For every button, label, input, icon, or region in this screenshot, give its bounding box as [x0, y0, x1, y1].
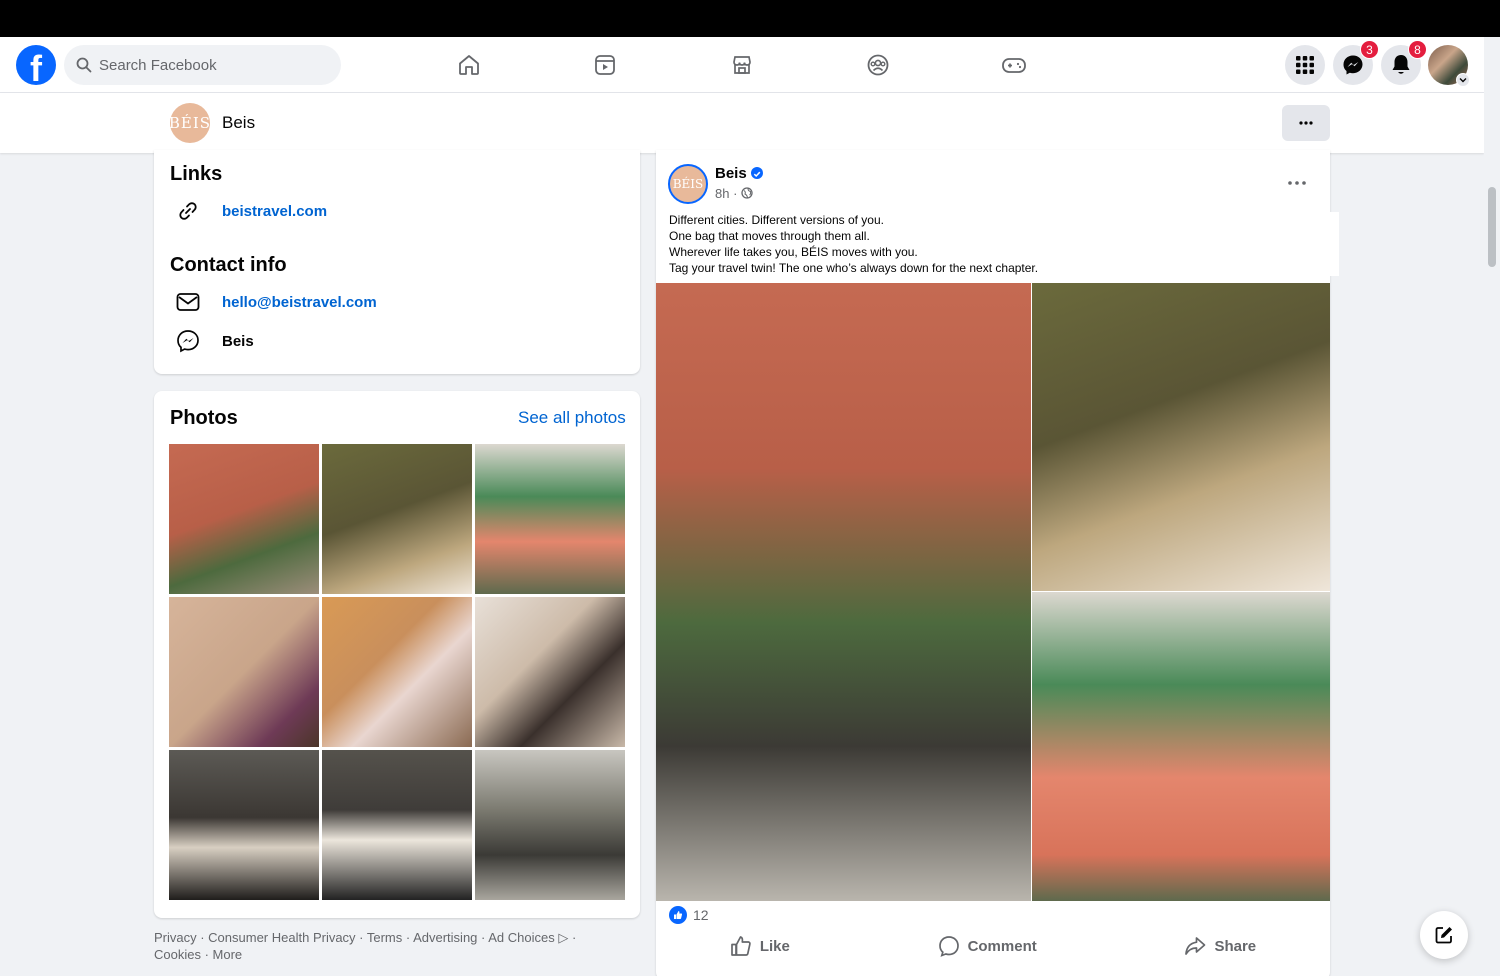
chevron-down-icon [1456, 73, 1470, 87]
comment-icon [938, 936, 959, 957]
post-photo-top-right[interactable] [1032, 283, 1330, 591]
like-label: Like [759, 937, 790, 955]
post-card: BÉIS Beis 8h · Different cities. Differe… [656, 150, 1339, 976]
photo-thumb[interactable] [475, 444, 625, 594]
like-reaction-icon [669, 906, 687, 924]
notifications-button[interactable]: 8 [1381, 40, 1427, 85]
messenger-badge: 3 [1360, 40, 1379, 59]
scrollbar-thumb[interactable] [1488, 187, 1496, 267]
account-avatar[interactable] [1428, 45, 1470, 87]
photo-thumb[interactable] [169, 597, 319, 747]
website-row: beistravel.com [170, 196, 327, 226]
thumbs-up-icon [730, 936, 751, 956]
post-line: Tag your travel twin! The one who’s alwa… [669, 261, 1039, 275]
photos-card: Photos See all photos [154, 391, 640, 918]
post-author-name[interactable]: Beis [715, 165, 747, 182]
photo-thumb[interactable] [169, 750, 319, 900]
post-author-avatar[interactable]: BÉIS [668, 164, 708, 204]
page-name[interactable]: Beis [222, 113, 255, 133]
email-link[interactable]: hello@beistravel.com [222, 294, 377, 311]
contact-title: Contact info [170, 254, 287, 276]
email-row: hello@beistravel.com [170, 287, 377, 317]
home-icon[interactable] [454, 50, 484, 80]
photo-thumb[interactable] [322, 444, 472, 594]
post-options-button[interactable] [1288, 172, 1306, 190]
link-icon [179, 202, 197, 220]
photo-thumb[interactable] [169, 444, 319, 594]
website-link[interactable]: beistravel.com [222, 203, 327, 220]
search-input[interactable] [99, 45, 329, 85]
post-photo-bottom-right[interactable] [1032, 592, 1330, 901]
page-sticky-header: BÉIS Beis [0, 93, 1484, 153]
post-actions: Like Comment Share [656, 930, 1330, 962]
post-line: One bag that moves through them all. [669, 229, 870, 243]
share-icon [1185, 937, 1206, 955]
footer-links[interactable]: Privacy · Consumer Health Privacy · Term… [154, 929, 624, 963]
photos-title: Photos [170, 407, 238, 429]
marketplace-icon[interactable] [727, 50, 757, 80]
share-button[interactable]: Share [1184, 935, 1256, 957]
video-icon[interactable] [590, 50, 620, 80]
messenger-button[interactable]: 3 [1333, 40, 1379, 85]
groups-icon[interactable] [863, 50, 893, 80]
logo-letter: f [30, 48, 42, 89]
system-top-bar [0, 0, 1500, 37]
page-scrollbar[interactable] [1484, 37, 1500, 976]
reaction-count: 12 [693, 907, 709, 923]
intro-card: Links beistravel.com Contact info hello@… [154, 150, 640, 374]
gaming-icon[interactable] [999, 50, 1029, 80]
compose-icon [1435, 927, 1452, 944]
menu-grid-button[interactable] [1285, 45, 1325, 85]
post-time-text: 8h · [715, 186, 742, 201]
more-dots-icon [1299, 121, 1313, 125]
see-all-photos-link[interactable]: See all photos [518, 408, 626, 428]
post-photo-main[interactable] [656, 283, 1031, 901]
facebook-logo[interactable]: f [16, 45, 56, 89]
links-title: Links [170, 163, 223, 185]
photo-grid [169, 444, 625, 901]
photo-thumb[interactable] [475, 597, 625, 747]
bell-icon [1392, 55, 1410, 74]
page-avatar[interactable]: BÉIS [169, 103, 210, 143]
top-navigation: f 3 8 [0, 37, 1484, 93]
photo-thumb[interactable] [475, 750, 625, 900]
verified-badge-icon [751, 167, 763, 179]
new-message-button[interactable] [1420, 911, 1468, 959]
search-icon [76, 57, 92, 73]
messenger-row: Beis [170, 326, 254, 356]
notifications-badge: 8 [1408, 40, 1427, 59]
post-message: Different cities. Different versions of … [669, 212, 1339, 276]
reaction-summary[interactable]: 12 [669, 906, 709, 924]
like-button[interactable]: Like [730, 935, 790, 957]
messenger-contact[interactable]: Beis [222, 333, 254, 350]
page-more-button[interactable] [1282, 105, 1330, 141]
globe-icon [741, 187, 753, 199]
messenger-outline-icon [177, 330, 199, 353]
messenger-icon [1343, 55, 1363, 75]
mail-icon [176, 293, 200, 311]
grid-icon [1296, 56, 1314, 74]
post-line: Wherever life takes you, BÉIS moves with… [669, 245, 918, 259]
search-box[interactable] [64, 45, 341, 85]
comment-button[interactable]: Comment [938, 935, 1037, 957]
share-label: Share [1214, 937, 1257, 955]
photo-thumb[interactable] [322, 597, 472, 747]
more-dots-icon [1288, 181, 1306, 185]
comment-label: Comment [967, 937, 1037, 955]
photo-thumb[interactable] [322, 750, 472, 900]
post-line: Different cities. Different versions of … [669, 213, 884, 227]
post-timestamp[interactable]: 8h · [715, 186, 753, 201]
